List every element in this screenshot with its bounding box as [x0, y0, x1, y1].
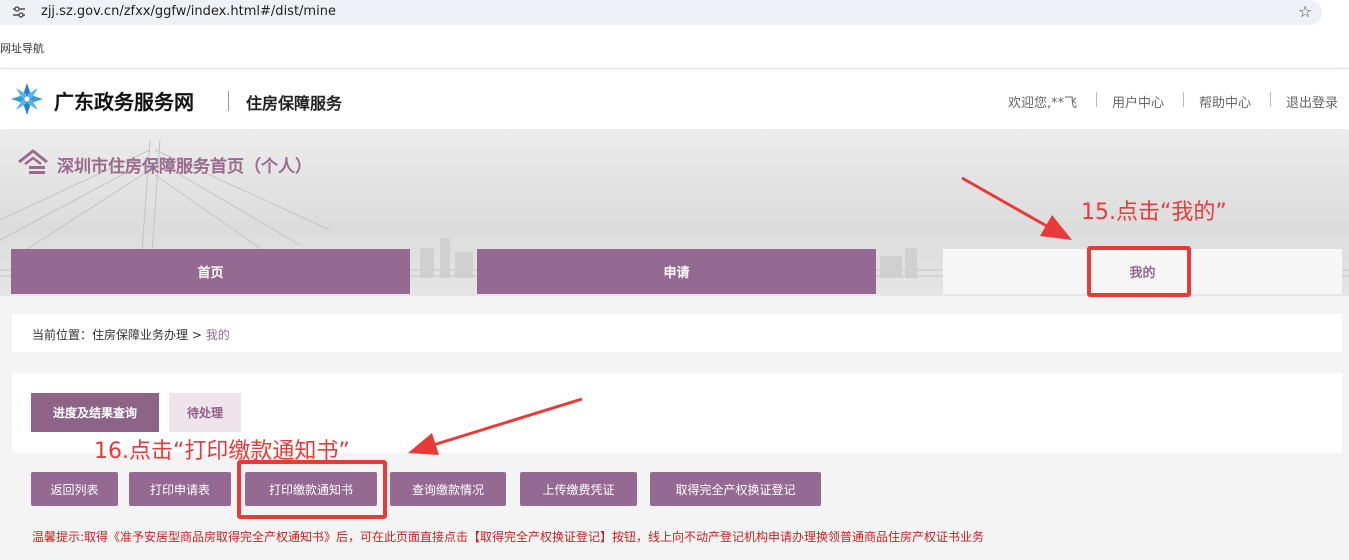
divider — [1270, 92, 1271, 107]
subtab-pending[interactable]: 待处理 — [169, 393, 241, 432]
service-name: 住房保障服务 — [246, 94, 343, 113]
breadcrumb: 当前位置：住房保障业务办理 > 我的 — [32, 326, 230, 343]
brand-name[interactable]: 广东政务服务网 — [54, 86, 194, 115]
print-application-button[interactable]: 打印申请表 — [129, 472, 231, 506]
bookmark-item[interactable]: 网址导航 — [0, 40, 44, 56]
breadcrumb-path: 当前位置：住房保障业务办理 > — [32, 328, 206, 342]
subtab-progress-query[interactable]: 进度及结果查询 — [31, 393, 159, 432]
divider — [228, 91, 229, 111]
url-text[interactable]: zjj.sz.gov.cn/zfxx/ggfw/index.html#/dist… — [41, 4, 336, 19]
back-to-list-button[interactable]: 返回列表 — [31, 472, 118, 506]
annotation-step-16: 16.点击“打印缴款通知书” — [94, 439, 350, 464]
tab-apply[interactable]: 申请 — [477, 249, 876, 294]
page-title: 深圳市住房保障服务首页（个人） — [57, 157, 312, 177]
tab-home[interactable]: 首页 — [11, 249, 410, 294]
upload-receipt-button[interactable]: 上传缴费凭证 — [520, 472, 637, 506]
site-settings-icon[interactable] — [12, 5, 26, 19]
gd-gov-logo-icon — [11, 83, 43, 115]
annotation-step-15: 15.点击“我的” — [1081, 200, 1227, 225]
divider — [1096, 92, 1097, 107]
highlight-box-mine — [1087, 246, 1191, 297]
help-center-link[interactable]: 帮助中心 — [1199, 92, 1251, 111]
bookmark-star-icon[interactable]: ☆ — [1298, 2, 1312, 21]
logout-link[interactable]: 退出登录 — [1286, 92, 1338, 111]
divider — [1183, 92, 1184, 107]
user-center-link[interactable]: 用户中心 — [1112, 92, 1164, 111]
highlight-box-print-notice — [237, 460, 387, 519]
house-icon — [18, 149, 48, 174]
welcome-user: 欢迎您,**飞 — [1008, 96, 1078, 111]
breadcrumb-current: 我的 — [205, 328, 230, 342]
query-payment-button[interactable]: 查询缴款情况 — [390, 472, 506, 506]
warm-tip: 温馨提示:取得《准予安居型商品房取得完全产权通知书》后，可在此页面直接点击【取得… — [32, 530, 985, 544]
full-ownership-registration-button[interactable]: 取得完全产权换证登记 — [650, 472, 821, 506]
